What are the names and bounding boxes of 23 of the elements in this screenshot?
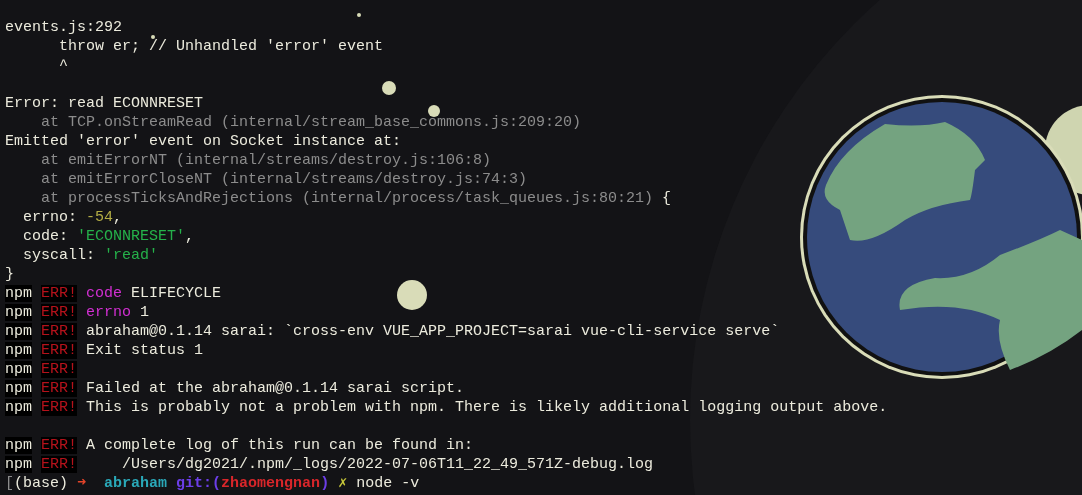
terminal-line: npm ERR! errno 1 — [5, 303, 150, 322]
terminal-line: at processTicksAndRejections (internal/process/task_queues.js:80:21) { — [40, 189, 672, 208]
terminal-line: npm ERR! Exit status 1 — [5, 341, 204, 360]
terminal-line: } — [5, 265, 14, 284]
terminal-line: at emitErrorCloseNT (internal/streams/destroy.js:74:3) — [40, 170, 528, 189]
terminal-line: [(base) ➜ abraham git:(zhaomengnan) ✗ node -v — [5, 474, 420, 493]
terminal-line: npm ERR! A complete log of this run can be found in: — [5, 436, 474, 455]
terminal-line: at TCP.onStreamRead (internal/stream_base_commons.js:209:20) — [40, 113, 582, 132]
terminal-line: code: 'ECONNRESET', — [22, 227, 195, 246]
terminal-line: npm ERR! abraham@0.1.14 sarai: `cross-env VUE_APP_PROJECT=sarai vue-cli-service serve` — [5, 322, 780, 341]
terminal-line: npm ERR! This is probably not a problem with npm. There is likely additional logging output above. — [5, 398, 888, 417]
terminal-line: Error: read ECONNRESET — [5, 94, 204, 113]
terminal-line: errno: -54, — [22, 208, 123, 227]
terminal-line: events.js:292 — [5, 18, 123, 37]
terminal-line: npm ERR! — [5, 360, 78, 379]
terminal-line: Emitted 'error' event on Socket instance at: — [5, 132, 402, 151]
terminal-line: npm ERR! Failed at the abraham@0.1.14 sarai script. — [5, 379, 465, 398]
terminal-line: npm ERR! code ELIFECYCLE — [5, 284, 222, 303]
terminal-line: throw er; // Unhandled 'error' event — [58, 37, 384, 56]
terminal-line: syscall: 'read' — [22, 246, 159, 265]
terminal-line: at emitErrorNT (internal/streams/destroy.js:106:8) — [40, 151, 492, 170]
terminal-line: ^ — [58, 56, 68, 75]
terminal-line: npm ERR! /Users/dg2021/.npm/_logs/2022-07-06T11_22_49_571Z-debug.log — [5, 455, 654, 474]
